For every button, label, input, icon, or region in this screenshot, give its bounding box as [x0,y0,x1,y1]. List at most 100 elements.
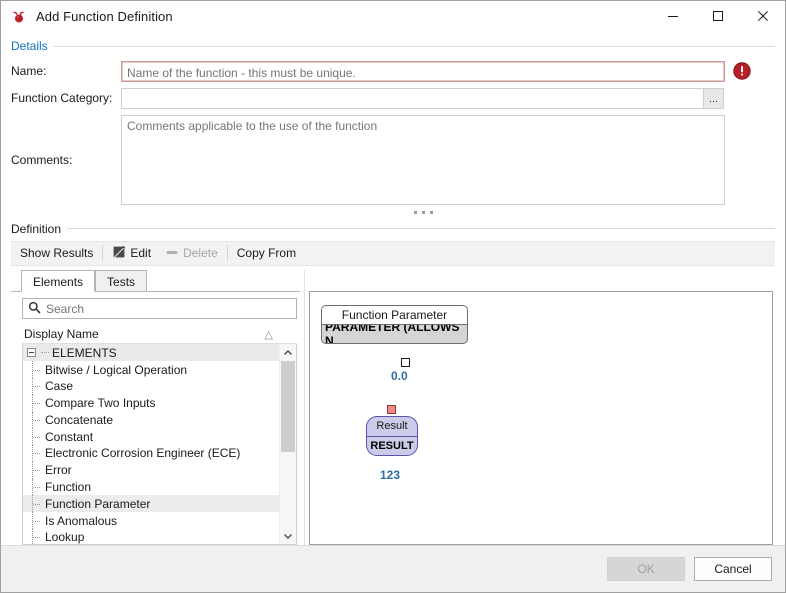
comments-textarea[interactable] [121,115,725,205]
scrollbar-thumb[interactable] [281,361,295,453]
tree-item-label: Is Anomalous [45,513,118,528]
name-row: Name: [11,61,775,82]
category-row: Function Category: ... [11,88,775,109]
edit-button[interactable]: Edit [105,243,158,264]
graph-pane: Function Parameter PARAMETER (ALLOWS N..… [309,270,775,545]
tree-item-lookup[interactable]: Lookup [23,529,279,544]
tree-vertical-scrollbar[interactable] [279,344,296,544]
copy-from-button[interactable]: Copy From [230,243,303,264]
delete-label: Delete [183,246,218,261]
tree-item-constant[interactable]: Constant [23,428,279,445]
toolbar-separator [226,245,228,262]
tree-item-label: Case [45,379,74,394]
sort-ascending-icon: △ [264,328,273,341]
function-graph-canvas[interactable]: Function Parameter PARAMETER (ALLOWS N..… [309,290,773,545]
collapse-icon[interactable] [27,348,36,358]
tree-item-label: Concatenate [45,412,114,427]
dialog-window: Add Function Definition Details Name: Na… [0,0,786,593]
tree-item-case[interactable]: Case [23,377,279,395]
tree-item-label: Function Parameter [45,496,151,511]
tree-item-label: Bitwise / Logical Operation [45,362,188,377]
node-body-label: PARAMETER (ALLOWS N... [321,324,468,344]
category-browse-button[interactable]: ... [704,88,724,109]
tree-item-function-parameter[interactable]: Function Parameter [23,495,279,513]
tree-item-electronic-corrosion-engineer[interactable]: Electronic Corrosion Engineer (ECE) [23,445,279,462]
tree-column-header[interactable]: Display Name △ [22,325,297,345]
ok-button[interactable]: OK [607,557,685,581]
group-divider [67,228,775,230]
name-label: Name: [11,64,47,78]
window-title: Add Function Definition [36,9,173,24]
node-input-port[interactable] [387,404,396,414]
details-form: Name: Function Category: ... Comments: [11,61,775,214]
vertical-splitter[interactable] [300,269,309,546]
details-group-title: Details [11,39,48,53]
name-input[interactable] [121,61,725,82]
node-value-label: 123 [380,467,401,482]
show-results-label: Show Results [20,246,94,261]
tree-root-label: ELEMENTS [52,345,117,360]
scrollbar-track[interactable] [280,361,296,527]
tab-tests[interactable]: Tests [95,269,148,291]
comments-label: Comments: [11,153,73,167]
details-group: Details Name: Function Category: ... [11,37,775,214]
node-header: Result [366,415,418,436]
splitter-dot [421,211,425,214]
tree-item-label: Compare Two Inputs [45,396,156,411]
node-value-label: 0.0 [391,368,408,383]
elements-tree: ELEMENTS Bitwise / Logical Operation Cas… [22,344,297,545]
display-name-column-label: Display Name [24,327,99,342]
tree-root-elements[interactable]: ELEMENTS [23,344,279,362]
show-results-button[interactable]: Show Results [13,243,100,264]
node-result[interactable]: Result RESULT 123 [366,404,418,482]
tree-connector [41,352,49,354]
splitter-dot [413,211,417,214]
elements-tabstrip: Elements Tests [11,269,300,292]
toolbar-separator [102,245,104,262]
elements-tree-list: ELEMENTS Bitwise / Logical Operation Cas… [23,344,279,544]
tree-item-concatenate[interactable]: Concatenate [23,411,279,429]
definition-group-header: Definition [11,220,775,238]
copy-from-label: Copy From [236,246,297,261]
node-output-port[interactable] [401,357,410,367]
tab-elements[interactable]: Elements [21,269,96,292]
title-bar: Add Function Definition [1,1,785,32]
minimize-button[interactable] [650,1,695,31]
chevron-up-icon[interactable] [280,344,296,361]
comments-row: Comments: [11,115,775,205]
node-function-parameter[interactable]: Function Parameter PARAMETER (ALLOWS N..… [321,304,468,383]
tree-item-label: Electronic Corrosion Engineer (ECE) [45,446,241,461]
dialog-footer: OK Cancel [1,545,785,592]
tab-elements-label: Elements [33,274,84,289]
node-body-label: RESULT [366,435,418,456]
definition-toolbar: Show Results Edit Delete Copy From [11,240,775,266]
pencil-icon [112,245,126,262]
delete-button[interactable]: Delete [158,243,225,264]
tree-item-is-anomalous[interactable]: Is Anomalous [23,512,279,529]
tree-item-compare-two-inputs[interactable]: Compare Two Inputs [23,394,279,412]
error-circle-icon [733,62,751,80]
edit-label: Edit [130,246,152,261]
tree-item-error[interactable]: Error [23,461,279,479]
cancel-button[interactable]: Cancel [694,557,772,581]
search-input[interactable] [41,300,296,317]
horizontal-splitter-handle[interactable] [121,211,725,214]
app-logo-icon [10,8,28,26]
search-box[interactable] [22,297,297,320]
elements-panel: Elements Tests Dis [11,269,300,545]
search-icon [28,301,41,317]
tree-item-bitwise-logical-operation[interactable]: Bitwise / Logical Operation [23,361,279,378]
tree-item-label: Error [45,463,72,478]
splitter-dot [429,211,433,214]
tree-item-function[interactable]: Function [23,478,279,496]
function-category-input[interactable] [121,88,704,109]
chevron-down-icon[interactable] [280,527,296,544]
details-group-header: Details [11,37,775,55]
maximize-button[interactable] [695,1,740,31]
node-header: Function Parameter [321,304,468,325]
definition-panes: Elements Tests Dis [11,269,775,546]
definition-group: Definition Show Results Edit Delete Copy… [11,220,775,546]
tree-item-label: Constant [45,429,94,444]
close-button[interactable] [740,1,785,31]
result-node-shell: Result RESULT 123 [366,404,418,482]
